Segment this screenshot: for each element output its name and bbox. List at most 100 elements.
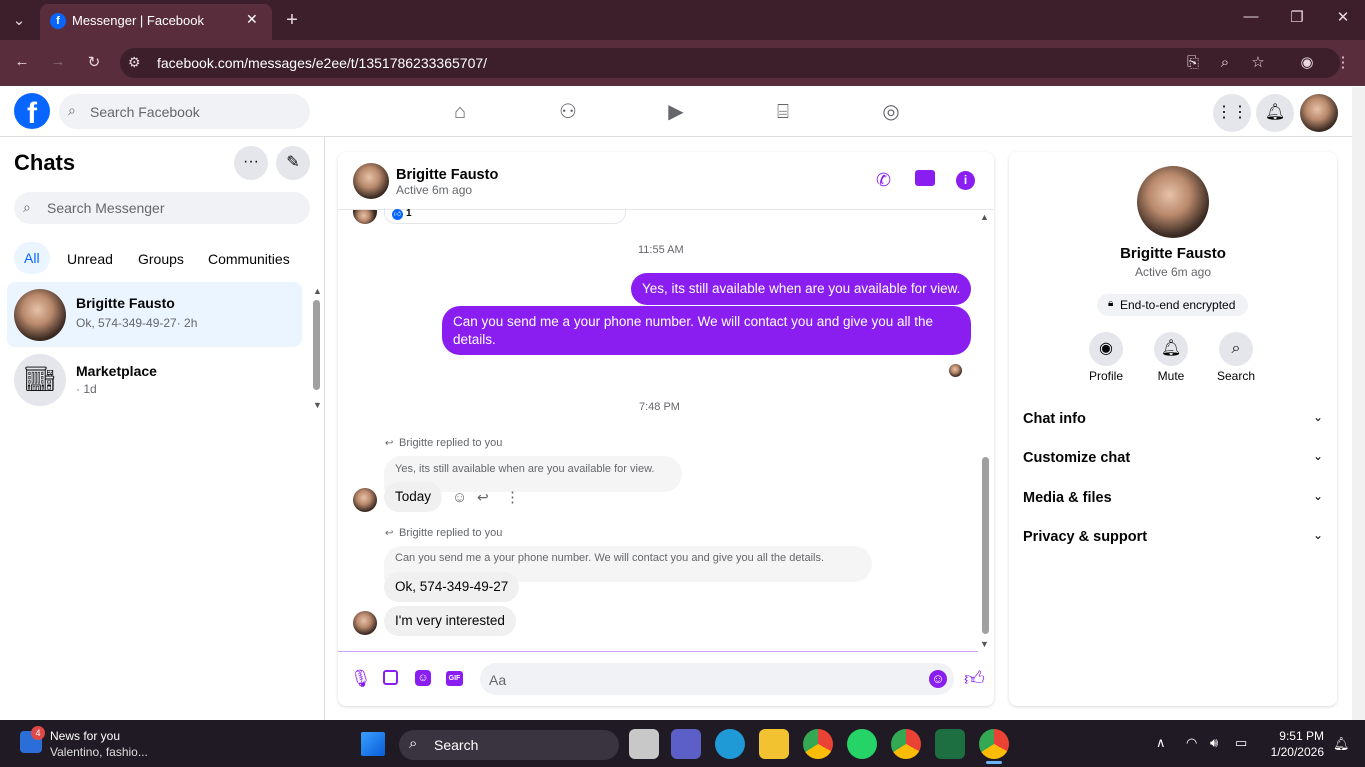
microphone-icon[interactable]: 🎙︎	[350, 669, 372, 689]
emoji-icon[interactable]: ☺	[929, 670, 947, 688]
page-scrollbar[interactable]	[1352, 87, 1365, 720]
close-tab-icon[interactable]: ✕	[246, 11, 258, 28]
profile-action-label[interactable]: Profile	[1076, 369, 1136, 383]
conversation-avatar[interactable]	[353, 163, 389, 199]
outgoing-message[interactable]: Yes, its still available when are you av…	[631, 273, 972, 305]
section-customize-chat[interactable]: Customize chat ⌄	[1023, 449, 1323, 471]
filter-all[interactable]: All	[14, 242, 50, 274]
filter-unread[interactable]: Unread	[67, 251, 113, 267]
browser-tab[interactable]: f Messenger | Facebook ✕	[40, 4, 272, 40]
e2e-label: End-to-end encrypted	[1120, 298, 1236, 312]
volume-icon[interactable]: 🔊︎	[1210, 735, 1218, 751]
menu-icon[interactable]: ⋮	[1330, 53, 1356, 71]
react-icon[interactable]: ☺	[452, 489, 467, 506]
tray-overflow-icon[interactable]: ∧	[1156, 735, 1166, 751]
zoom-icon[interactable]: ⌕	[1212, 54, 1238, 71]
video-icon[interactable]: ▶	[656, 92, 696, 132]
mute-action-label[interactable]: Mute	[1141, 369, 1201, 383]
reply-action-icon[interactable]: ↩	[477, 489, 489, 506]
excel-icon[interactable]	[935, 729, 965, 759]
outgoing-message[interactable]: Can you send me a your phone number. We …	[442, 306, 971, 355]
new-message-icon[interactable]: ✎	[276, 146, 310, 180]
filter-groups[interactable]: Groups	[138, 251, 184, 267]
friends-icon[interactable]: ⚇	[548, 92, 588, 132]
video-call-icon[interactable]	[915, 170, 935, 186]
incoming-message[interactable]: I'm very interested	[384, 606, 516, 636]
incoming-message[interactable]: Today	[384, 482, 443, 512]
section-privacy-support[interactable]: Privacy & support ⌄	[1023, 528, 1323, 550]
profile-icon[interactable]: ◉	[1294, 53, 1320, 71]
home-icon[interactable]: ⌂	[440, 92, 480, 132]
chat-item-name: Marketplace	[76, 363, 157, 379]
menu-grid-icon[interactable]: ⋮⋮	[1213, 94, 1251, 132]
wifi-icon[interactable]: ◠	[1186, 735, 1197, 751]
clock-time[interactable]: 9:51 PM	[1268, 729, 1324, 743]
search-action-label[interactable]: Search	[1206, 369, 1266, 383]
thumbs-up-icon[interactable]: 👍︎	[964, 667, 985, 691]
battery-icon[interactable]: ▭	[1235, 735, 1247, 751]
chat-item-marketplace[interactable]: 🏬︎ Marketplace · 1d	[7, 350, 302, 415]
site-info-icon[interactable]: ⚙	[128, 54, 141, 71]
teams-icon[interactable]	[671, 729, 701, 759]
avatar[interactable]	[353, 488, 377, 512]
tab-list-icon[interactable]: ⌄	[6, 11, 32, 29]
facebook-search[interactable]: ⌕ Search Facebook	[59, 94, 310, 129]
scroll-up-icon[interactable]: ▲	[313, 286, 322, 296]
gif-icon[interactable]: GIF	[446, 671, 463, 686]
facebook-logo[interactable]: f	[14, 93, 50, 130]
scroll-down-icon[interactable]: ▼	[313, 400, 322, 410]
news-title[interactable]: News for you	[50, 729, 120, 743]
messages-scrollbar[interactable]	[982, 457, 989, 634]
whatsapp-icon[interactable]	[847, 729, 877, 759]
profile-avatar[interactable]	[1137, 166, 1209, 238]
like-reaction-icon[interactable]: 👍︎	[392, 209, 403, 220]
windows-start-icon[interactable]	[361, 732, 385, 756]
sticker-icon[interactable]: ☺	[415, 670, 431, 686]
url-bar[interactable]: ⚙ facebook.com/messages/e2ee/t/135178623…	[120, 48, 1340, 78]
close-window-icon[interactable]: ✕	[1330, 8, 1356, 26]
back-icon[interactable]: ←	[9, 53, 35, 70]
chrome-profile-icon[interactable]	[891, 729, 921, 759]
profile-icon[interactable]: ◉	[1089, 332, 1123, 366]
marketplace-icon[interactable]: ⌸	[763, 92, 803, 132]
more-actions-icon[interactable]: ⋮	[505, 488, 520, 506]
scroll-down-icon[interactable]: ▼	[980, 639, 989, 649]
task-view-icon[interactable]	[629, 729, 659, 759]
section-chat-info[interactable]: Chat info ⌄	[1023, 410, 1323, 432]
forward-icon[interactable]: →	[45, 53, 71, 70]
account-avatar[interactable]	[1300, 94, 1338, 132]
conversation-name[interactable]: Brigitte Fausto	[396, 167, 498, 183]
install-app-icon[interactable]: ⎘	[1180, 54, 1206, 71]
messenger-search[interactable]: ⌕ Search Messenger	[14, 192, 310, 224]
search-icon[interactable]: ⌕	[1219, 332, 1253, 366]
notification-bell-icon[interactable]: 🔔︎	[1333, 736, 1350, 752]
edge-icon[interactable]	[715, 729, 745, 759]
taskbar-search[interactable]: ⌕ Search	[399, 730, 619, 760]
new-tab-icon[interactable]: +	[279, 9, 305, 32]
more-options-icon[interactable]: ···	[234, 146, 268, 180]
chat-item-brigitte[interactable]: Brigitte Fausto Ok, 574-349-49-27· 2h	[7, 282, 302, 347]
bookmark-star-icon[interactable]: ☆	[1245, 53, 1271, 71]
message-input[interactable]: Aa ☺	[480, 663, 954, 695]
avatar[interactable]	[353, 611, 377, 635]
clock-date[interactable]: 1/20/2026	[1262, 745, 1324, 759]
scroll-up-icon[interactable]: ▲	[980, 212, 989, 222]
section-media-files[interactable]: Media & files ⌄	[1023, 489, 1323, 511]
filter-communities[interactable]: Communities	[208, 251, 290, 267]
chrome-icon[interactable]	[803, 729, 833, 759]
restore-icon[interactable]: ❐	[1284, 8, 1310, 26]
file-explorer-icon[interactable]	[759, 729, 789, 759]
timestamp: 7:48 PM	[639, 401, 680, 413]
photo-icon[interactable]	[383, 670, 398, 685]
groups-icon[interactable]: ◎	[871, 92, 911, 132]
info-icon[interactable]: i	[956, 171, 975, 190]
mute-bell-icon[interactable]: 🔔︎	[1154, 332, 1188, 366]
reload-icon[interactable]: ↻	[81, 53, 107, 71]
minimize-icon[interactable]: —	[1238, 8, 1264, 25]
message-input-placeholder: Aa	[489, 672, 507, 688]
incoming-message[interactable]: Ok, 574-349-49-27	[384, 572, 520, 602]
notifications-icon[interactable]: 🔔︎	[1256, 94, 1294, 132]
call-icon[interactable]: ✆	[876, 170, 891, 191]
chrome-active-icon[interactable]	[979, 729, 1009, 759]
chats-scrollbar[interactable]	[313, 300, 320, 390]
